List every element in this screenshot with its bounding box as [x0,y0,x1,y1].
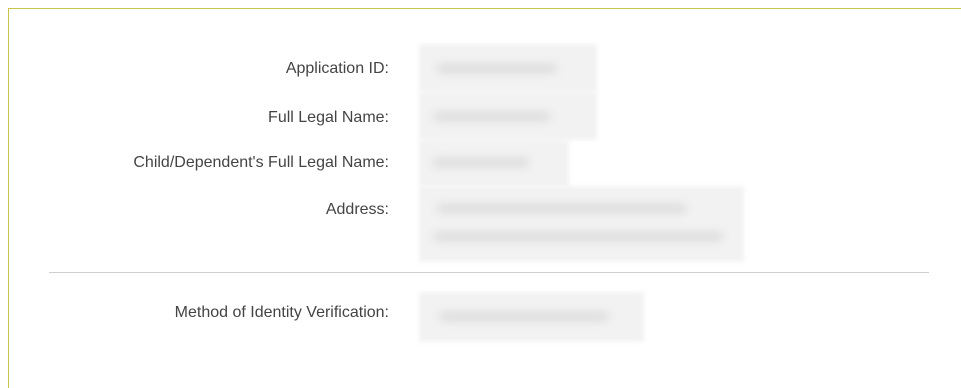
dependent-name-row: Child/Dependent's Full Legal Name: [0,152,389,174]
address-value-redacted [419,186,744,262]
address-row: Address: [0,199,389,221]
verification-method-value-redacted [419,292,644,342]
dependent-name-value-redacted [419,140,569,186]
verification-method-label: Method of Identity Verification: [174,304,389,321]
full-legal-name-value-redacted [419,92,597,140]
full-legal-name-row: Full Legal Name: [0,107,389,129]
application-id-row: Application ID: [0,58,389,80]
section-divider [49,272,929,273]
dependent-name-label: Child/Dependent's Full Legal Name: [133,154,389,171]
address-label: Address: [325,201,389,218]
full-legal-name-label: Full Legal Name: [268,109,389,126]
application-id-label: Application ID: [285,60,389,77]
verification-method-row: Method of Identity Verification: [0,302,389,324]
application-id-value-redacted [419,44,597,92]
